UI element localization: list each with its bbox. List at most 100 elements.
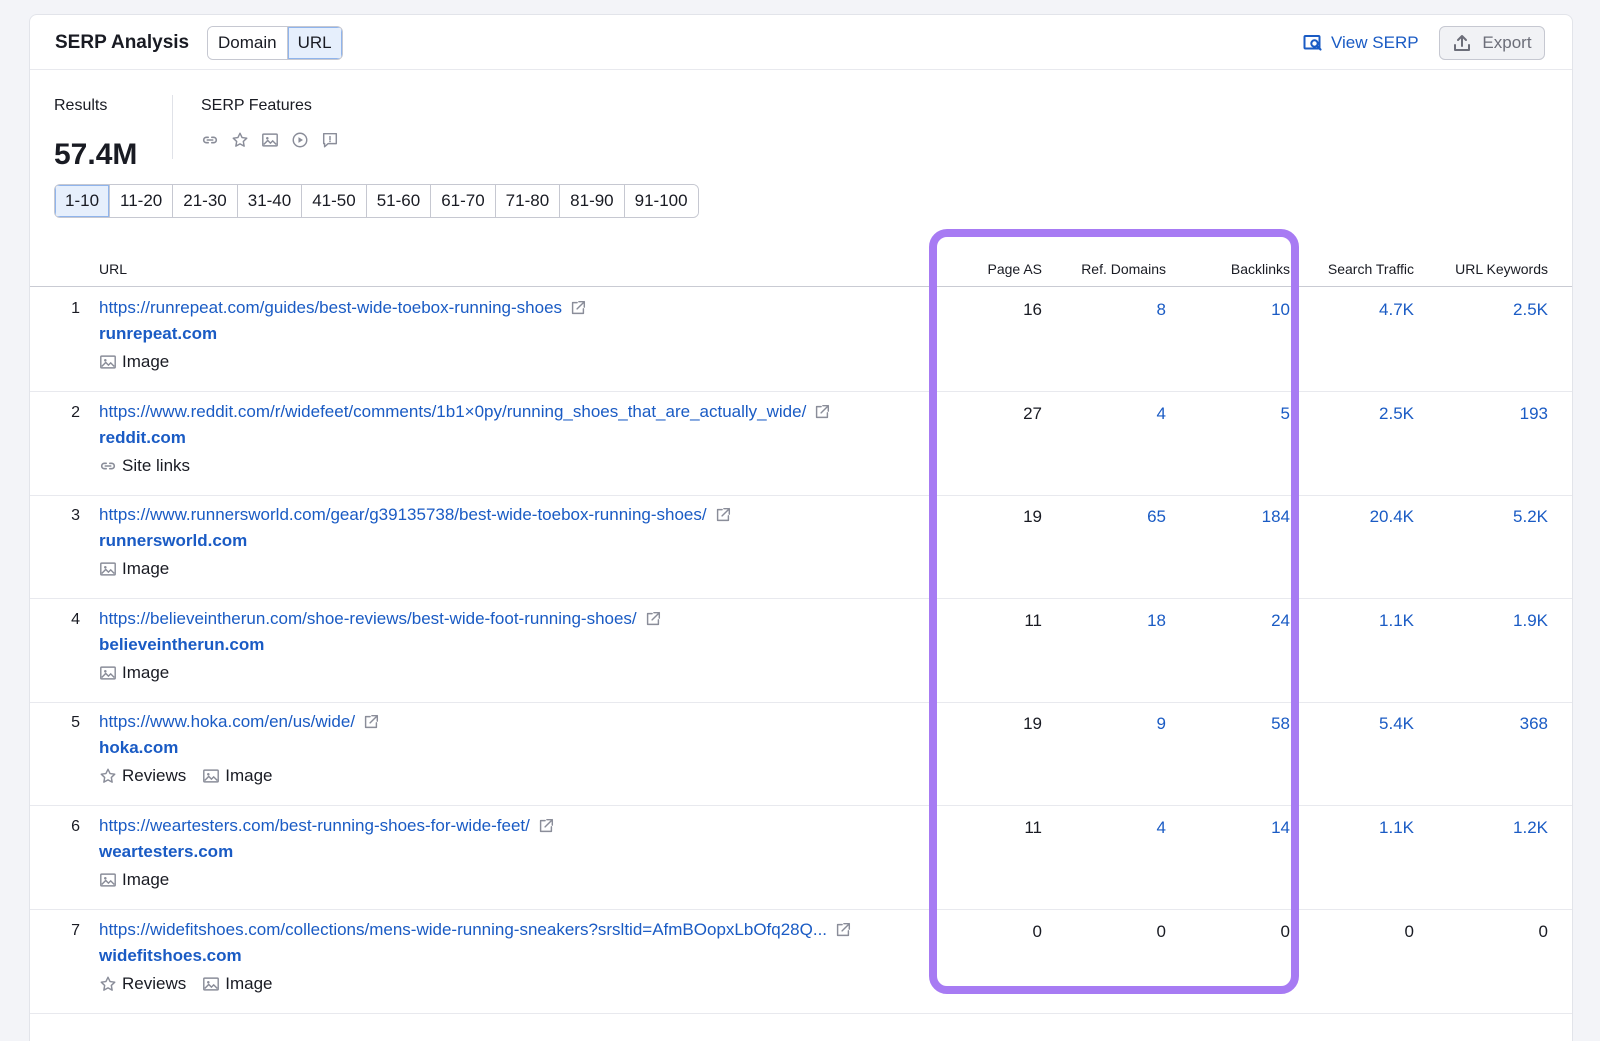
serp-feature: Image [99, 870, 169, 890]
faq-icon[interactable] [321, 131, 339, 149]
serp-analysis-panel: SERP Analysis Domain URL View SERP Expor… [29, 14, 1573, 1041]
serp-feature-label: Site links [122, 455, 191, 475]
cell-page-as: 11 [1024, 610, 1042, 630]
url-line: https://www.hoka.com/en/us/wide/ [99, 712, 380, 732]
col-page-as[interactable]: Page AS [988, 261, 1043, 277]
link-icon[interactable] [201, 131, 219, 149]
cell-backlinks[interactable]: 24 [1271, 611, 1290, 631]
view-serp-label: View SERP [1331, 33, 1419, 52]
page-91-100[interactable]: 91-100 [623, 185, 698, 217]
result-domain[interactable]: weartesters.com [99, 842, 233, 862]
cell-url-keywords[interactable]: 368 [1520, 714, 1548, 734]
cell-search-traffic[interactable]: 20.4K [1370, 507, 1414, 527]
result-domain[interactable]: widefitshoes.com [99, 946, 242, 966]
page-81-90[interactable]: 81-90 [559, 185, 624, 217]
row-number: 2 [71, 403, 80, 421]
page-71-80[interactable]: 71-80 [494, 185, 560, 217]
serp-feature: Site links [99, 456, 190, 476]
external-link-icon[interactable] [714, 506, 732, 524]
table-row: 3 https://www.runnersworld.com/gear/g3913… [30, 495, 1572, 600]
cell-search-traffic[interactable]: 2.5K [1379, 404, 1414, 424]
table-row: 1 https://runrepeat.com/guides/best-wide-… [30, 288, 1572, 392]
external-link-icon[interactable] [537, 817, 555, 835]
result-domain[interactable]: believeintherun.com [99, 635, 264, 655]
cell-url-keywords[interactable]: 2.5K [1513, 300, 1548, 320]
external-link-icon[interactable] [362, 713, 380, 731]
cell-backlinks[interactable]: 5 [1281, 404, 1290, 424]
cell-ref-domains[interactable]: 18 [1147, 611, 1166, 631]
page-1-10[interactable]: 1-10 [55, 185, 110, 217]
result-serp-features: Reviews Image [99, 974, 273, 994]
result-serp-features: Reviews Image [99, 766, 273, 786]
page-41-50[interactable]: 41-50 [301, 185, 366, 217]
image-icon [100, 873, 116, 887]
cell-backlinks[interactable]: 58 [1271, 714, 1290, 734]
result-url[interactable]: https://weartesters.com/best-running-sho… [99, 816, 530, 836]
result-url[interactable]: https://www.reddit.com/r/widefeet/commen… [99, 402, 806, 422]
page-21-30[interactable]: 21-30 [172, 185, 237, 217]
page-51-60[interactable]: 51-60 [365, 185, 431, 217]
serp-feature-label: Image [122, 352, 170, 371]
cell-url-keywords[interactable]: 1.2K [1513, 818, 1548, 838]
external-link-icon[interactable] [813, 403, 831, 421]
url-line: https://widefitshoes.com/collections/men… [99, 920, 852, 940]
cell-backlinks[interactable]: 184 [1262, 507, 1290, 527]
result-url[interactable]: https://runrepeat.com/guides/best-wide-t… [99, 298, 562, 318]
cell-backlinks: 0 [1280, 921, 1290, 941]
result-serp-features: Image [99, 870, 169, 890]
image-icon [100, 562, 116, 576]
star-icon[interactable] [231, 131, 249, 149]
serp-feature: Image [99, 559, 169, 579]
page-11-20[interactable]: 11-20 [109, 185, 173, 217]
col-ref-domains[interactable]: Ref. Domains [1081, 261, 1166, 277]
cell-ref-domains[interactable]: 9 [1157, 714, 1166, 734]
cell-url-keywords[interactable]: 1.9K [1513, 611, 1548, 631]
cell-ref-domains[interactable]: 4 [1157, 818, 1166, 838]
row-number: 6 [71, 818, 80, 835]
view-serp-link[interactable]: View SERP [1303, 31, 1419, 55]
export-button[interactable]: Export [1439, 26, 1545, 60]
result-url[interactable]: https://www.runnersworld.com/gear/g39135… [99, 505, 707, 525]
cell-page-as: 11 [1024, 818, 1042, 837]
cell-ref-domains[interactable]: 65 [1147, 507, 1166, 527]
domain-url-toggle: Domain URL [207, 26, 343, 60]
cell-url-keywords[interactable]: 193 [1520, 404, 1548, 424]
page-31-40[interactable]: 31-40 [236, 185, 302, 217]
col-search-traffic[interactable]: Search Traffic [1328, 261, 1414, 277]
cell-search-traffic[interactable]: 1.1K [1379, 818, 1414, 838]
col-backlinks[interactable]: Backlinks [1231, 261, 1290, 277]
cell-search-traffic[interactable]: 4.7K [1379, 300, 1414, 320]
video-icon[interactable] [291, 131, 309, 149]
cell-backlinks[interactable]: 14 [1271, 818, 1290, 838]
cell-ref-domains[interactable]: 8 [1157, 300, 1166, 320]
cell-backlinks[interactable]: 10 [1271, 300, 1290, 320]
result-domain[interactable]: hoka.com [99, 738, 178, 758]
cell-ref-domains[interactable]: 4 [1157, 404, 1166, 424]
cell-search-traffic[interactable]: 1.1K [1379, 611, 1414, 631]
cell-url-keywords[interactable]: 5.2K [1513, 507, 1548, 527]
result-domain[interactable]: reddit.com [99, 428, 186, 448]
image-icon[interactable] [261, 131, 279, 149]
result-url[interactable]: https://widefitshoes.com/collections/men… [99, 920, 827, 940]
results-pagination: 1-10 11-20 21-30 31-40 41-50 51-60 61-70 71-80 8… [54, 184, 699, 218]
col-url[interactable]: URL [99, 261, 127, 277]
panel-header: SERP Analysis Domain URL View SERP Expor… [30, 15, 1572, 70]
cell-search-traffic: 0 [1404, 921, 1414, 941]
external-link-icon[interactable] [569, 299, 587, 317]
serp-features-icons [201, 131, 339, 149]
table-row: 4 https://believeintherun.com/shoe-review… [30, 599, 1572, 703]
page-61-70[interactable]: 61-70 [430, 185, 495, 217]
result-domain[interactable]: runrepeat.com [99, 324, 217, 344]
result-url[interactable]: https://believeintherun.com/shoe-reviews… [99, 609, 637, 629]
toggle-domain[interactable]: Domain [208, 27, 287, 59]
col-url-keywords[interactable]: URL Keywords [1455, 261, 1548, 277]
serp-feature-label: Image [225, 766, 273, 786]
external-link-icon[interactable] [644, 610, 662, 628]
row-number: 5 [71, 714, 80, 732]
cell-search-traffic[interactable]: 5.4K [1379, 714, 1414, 734]
serp-feature: Image [202, 974, 273, 994]
result-url[interactable]: https://www.hoka.com/en/us/wide/ [99, 712, 355, 732]
result-domain[interactable]: runnersworld.com [99, 531, 247, 551]
toggle-url[interactable]: URL [286, 27, 342, 59]
external-link-icon[interactable] [834, 921, 852, 939]
